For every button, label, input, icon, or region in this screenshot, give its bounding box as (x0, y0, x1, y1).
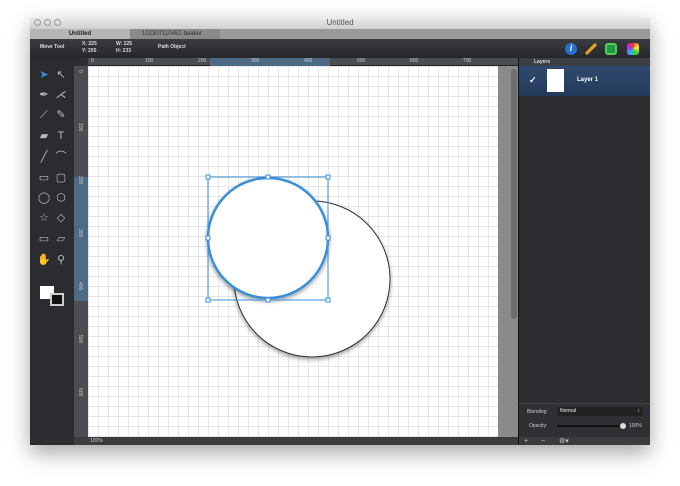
ruler-tick: 300 (77, 229, 83, 238)
minimize-window-button[interactable] (44, 19, 51, 26)
horizontal-ruler: 0 100 200 300 400 500 600 700 (88, 58, 518, 66)
direct-select-icon[interactable]: ↖ (54, 68, 68, 82)
tool-name: Move Tool (40, 44, 65, 50)
ruler-tick: 100 (145, 58, 154, 64)
vertical-ruler: 0 100 200 300 400 500 600 (74, 66, 88, 437)
ellipse-icon[interactable]: ◯ (37, 191, 51, 205)
ruler-tick: 600 (410, 58, 419, 64)
text-icon[interactable]: T (54, 129, 68, 143)
layers-panel: Layers ✓ Layer 1 Blending: Normal ↕ Opaci… (518, 58, 650, 445)
object-type: Path Object (158, 44, 186, 50)
rectangle-icon[interactable]: ▭ (37, 171, 51, 185)
close-window-button[interactable] (34, 19, 41, 26)
layer-name: Layer 1 (577, 77, 599, 83)
opacity-slider[interactable] (557, 423, 626, 429)
stroke-color-swatch[interactable] (50, 293, 64, 306)
brush-icon[interactable]: ⟋ (37, 108, 51, 122)
app-window: Untitled Untitled 102307110452-beaker Mo… (30, 17, 650, 445)
ruler-tick: 200 (198, 58, 207, 64)
ruler-tick: 0 (77, 70, 83, 73)
artwork (205, 174, 391, 358)
w-value: W: 225 (116, 41, 133, 47)
rounded-rectangle-icon[interactable]: ▢ (54, 171, 68, 185)
ruler-tick: 400 (304, 58, 313, 64)
selected-circle[interactable] (206, 176, 330, 300)
canvas-gutter (498, 66, 518, 437)
zoom-window-button[interactable] (54, 19, 61, 26)
opacity-value: 100% (629, 423, 642, 429)
ruler-tick: 500 (77, 335, 83, 344)
ruler-tick: 0 (91, 58, 94, 64)
curve-icon[interactable]: ⌒ (54, 150, 68, 164)
ruler-tick: 500 (357, 58, 366, 64)
line-icon[interactable]: ╱ (37, 150, 51, 164)
window-title: Untitled (326, 18, 354, 27)
tab-bar: Untitled 102307110452-beaker (30, 29, 650, 39)
selection-arrow-icon[interactable]: ➤ (37, 68, 51, 82)
zoom-level[interactable]: 100% (90, 438, 103, 444)
title-bar: Untitled (30, 17, 650, 29)
polygon-icon[interactable]: ⬡ (54, 191, 68, 205)
info-icon[interactable]: i (565, 43, 577, 55)
tab-label: 102307110452-beaker (142, 31, 202, 37)
crop-icon[interactable]: ▭ (37, 232, 51, 246)
ruler-tick: 400 (77, 282, 83, 291)
h-value: H: 233 (116, 48, 132, 54)
tool-palette: ➤ ↖ ✒ ⋌ ⟋ ✎ ▰ T ╱ ⌒ ▭ ▢ ◯ ⬡ ☆ ◇ ▭ ▱ ✋ ⚲ (30, 58, 74, 445)
pen-icon[interactable]: ✒ (37, 88, 51, 102)
ruler-tick: 600 (77, 388, 83, 397)
grid-icon[interactable] (605, 43, 617, 55)
tab-beaker[interactable]: 102307110452-beaker (130, 29, 220, 39)
layer-thumbnail (547, 69, 564, 92)
toolbar: Move Tool X: 225 Y: 205 W: 225 H: 233 Pa… (30, 39, 650, 58)
skew-icon[interactable]: ▱ (54, 232, 68, 246)
x-value: X: 225 (82, 41, 97, 47)
pencil-icon[interactable]: ✎ (54, 108, 68, 122)
star-icon[interactable]: ☆ (37, 211, 51, 225)
ruler-tick: 300 (251, 58, 260, 64)
hand-icon[interactable]: ✋ (37, 253, 51, 267)
tab-label: Untitled (68, 31, 92, 37)
status-bar: 100% (74, 437, 518, 445)
add-layer-button[interactable]: + (524, 437, 528, 445)
transform-icon[interactable]: ◇ (54, 211, 68, 225)
ruler-tick: 700 (463, 58, 472, 64)
node-icon[interactable]: ⋌ (54, 88, 68, 102)
blending-label: Blending: (527, 409, 548, 415)
blending-value: Normal (560, 408, 577, 414)
visibility-checkbox[interactable]: ✓ (529, 75, 537, 86)
color-palette-icon[interactable] (627, 43, 639, 55)
drawing-canvas[interactable] (88, 66, 498, 437)
layer-options: Blending: Normal ↕ Opacity: 100% + − ⚙▾ (519, 403, 650, 445)
layers-title: Layers (519, 58, 650, 66)
blending-select[interactable]: Normal ↕ (557, 407, 643, 416)
ruler-tick: 200 (77, 176, 83, 185)
remove-layer-button[interactable]: − (541, 437, 545, 445)
vertical-scrollbar[interactable] (511, 69, 517, 319)
ruler-icon[interactable] (585, 43, 597, 55)
zoom-icon[interactable]: ⚲ (54, 253, 68, 267)
gear-icon[interactable]: ⚙▾ (559, 437, 569, 445)
layer-row[interactable]: ✓ Layer 1 (519, 66, 650, 96)
eraser-icon[interactable]: ▰ (37, 129, 51, 143)
ruler-tick: 100 (77, 123, 83, 132)
opacity-label: Opacity: (529, 423, 548, 429)
tab-untitled[interactable]: Untitled (30, 29, 130, 39)
y-value: Y: 205 (82, 48, 97, 54)
